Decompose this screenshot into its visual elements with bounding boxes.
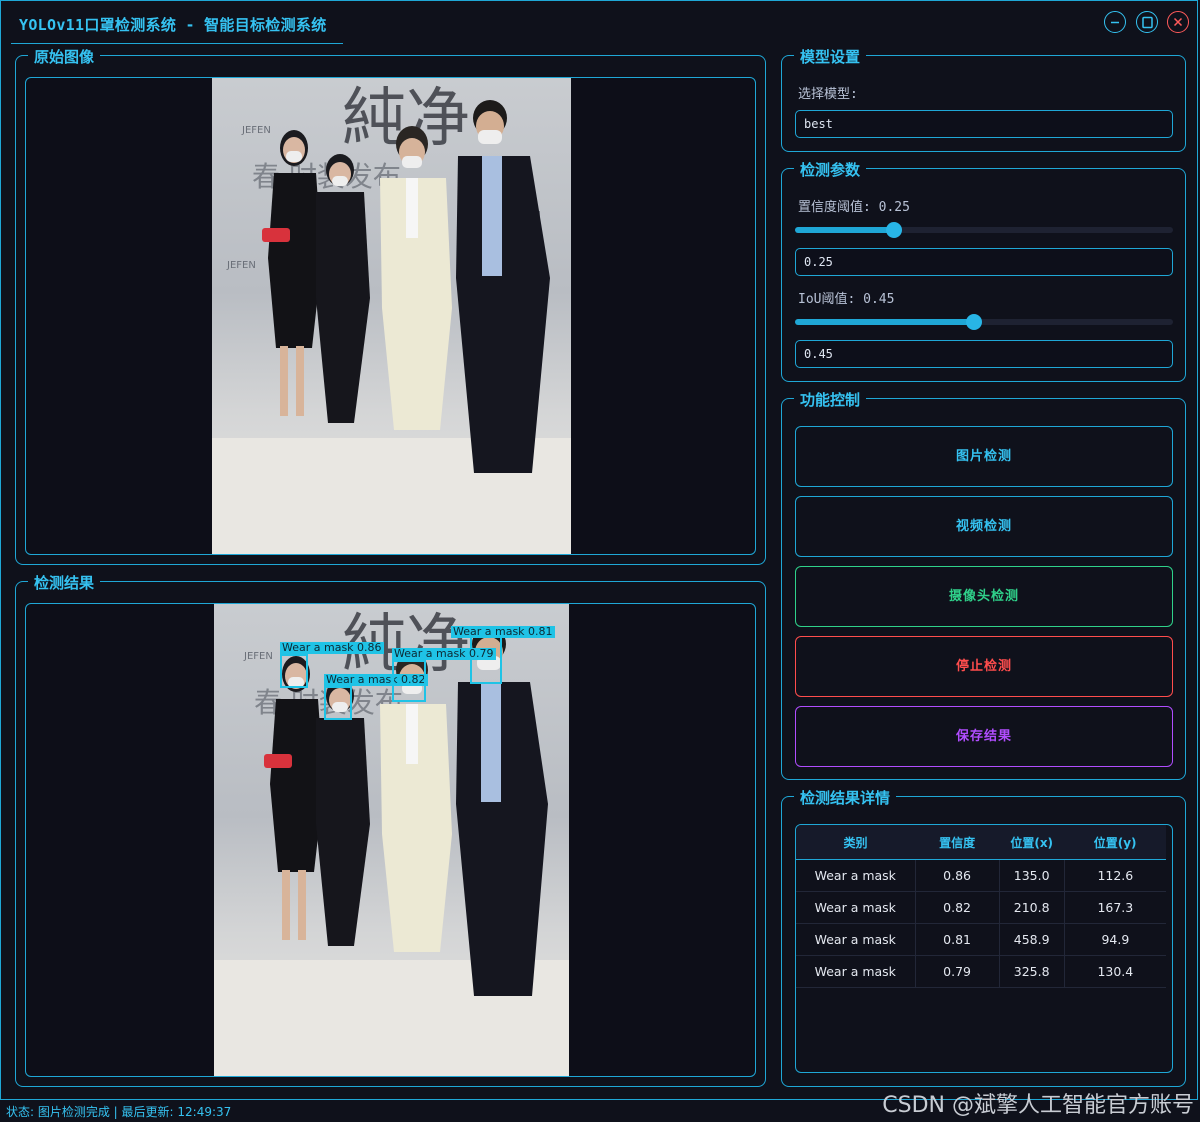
cell-confidence: 0.86	[915, 859, 1000, 892]
table-header-class[interactable]: 类别	[796, 825, 916, 860]
original-photo: 純净 春·时装发布 JEFEN JEFEN JEFEN	[212, 78, 571, 554]
conf-threshold-slider[interactable]	[795, 222, 1173, 238]
results-table[interactable]: 类别 置信度 位置(x) 位置(y) Wear a mask 0.86 135.…	[795, 824, 1173, 1073]
logo-text: JEFEN	[241, 125, 271, 136]
detection-box	[470, 636, 502, 684]
results-table-grid: 类别 置信度 位置(x) 位置(y) Wear a mask 0.86 135.…	[796, 825, 1166, 988]
stop-detect-button[interactable]: 停止检测	[795, 636, 1173, 697]
table-header-row: 类别 置信度 位置(x) 位置(y)	[796, 825, 1166, 860]
detection-box	[392, 660, 426, 702]
cell-x: 135.0	[999, 859, 1065, 892]
cell-confidence: 0.82	[915, 891, 1000, 924]
original-image-title: 原始图像	[28, 46, 101, 67]
maximize-button[interactable]	[1136, 11, 1158, 33]
cell-y: 167.3	[1064, 891, 1166, 924]
function-controls-title: 功能控制	[794, 389, 867, 410]
image-detect-button[interactable]: 图片检测	[795, 426, 1173, 487]
table-header-y[interactable]: 位置(y)	[1064, 825, 1166, 860]
cell-x: 325.8	[999, 955, 1065, 988]
iou-threshold-input[interactable]: 0.45	[795, 340, 1173, 368]
table-row[interactable]: Wear a mask 0.81 458.9 94.9	[796, 923, 1166, 956]
cell-class: Wear a mask	[796, 891, 916, 924]
detection-box	[280, 654, 308, 688]
table-row[interactable]: Wear a mask 0.79 325.8 130.4	[796, 955, 1166, 988]
table-header-confidence[interactable]: 置信度	[915, 825, 1000, 860]
table-row[interactable]: Wear a mask 0.86 135.0 112.6	[796, 859, 1166, 892]
save-results-button[interactable]: 保存结果	[795, 706, 1173, 767]
iou-threshold-slider[interactable]	[795, 314, 1173, 330]
result-image-title: 检测结果	[28, 572, 101, 593]
app-window: YOLOv11口罩检测系统 - 智能目标检测系统 原始图像 純净 春·时装发布 …	[0, 0, 1198, 1100]
status-bar: 状态: 图片检测完成 | 最后更新: 12:49:37	[6, 1105, 232, 1119]
cell-y: 94.9	[1064, 923, 1166, 956]
close-button[interactable]	[1167, 11, 1189, 33]
cell-class: Wear a mask	[796, 955, 916, 988]
cell-y: 130.4	[1064, 955, 1166, 988]
cell-confidence: 0.81	[915, 923, 1000, 956]
detection-label: Wear a mask 0.79	[392, 647, 496, 660]
camera-detect-button[interactable]: 摄像头检测	[795, 566, 1173, 627]
model-select-label: 选择模型:	[798, 87, 858, 102]
iou-slider-handle[interactable]	[966, 314, 983, 330]
watermark: CSDN @斌擎人工智能官方账号	[882, 1093, 1194, 1118]
cell-y: 112.6	[1064, 859, 1166, 892]
conf-threshold-label: 置信度阈值: 0.25	[798, 200, 910, 215]
conf-threshold-input[interactable]: 0.25	[795, 248, 1173, 276]
iou-slider-fill	[795, 319, 975, 325]
minimize-icon	[1111, 21, 1119, 24]
detection-label: Wear a mask 0.81	[451, 625, 555, 638]
detection-details-title: 检测结果详情	[794, 787, 897, 808]
maximize-icon	[1142, 16, 1153, 29]
close-icon	[1173, 17, 1183, 27]
detection-box	[324, 686, 352, 720]
model-settings-title: 模型设置	[794, 46, 867, 67]
table-row[interactable]: Wear a mask 0.82 210.8 167.3	[796, 891, 1166, 924]
iou-threshold-label: IoU阈值: 0.45	[798, 292, 895, 307]
model-select[interactable]: best	[795, 110, 1173, 138]
cell-x: 458.9	[999, 923, 1065, 956]
original-photo-scene: 純净 春·时装发布 JEFEN JEFEN JEFEN	[212, 82, 571, 554]
original-image-frame: 純净 春·时装发布 JEFEN JEFEN JEFEN	[25, 77, 756, 555]
cell-class: Wear a mask	[796, 923, 916, 956]
video-detect-button[interactable]: 视频检测	[795, 496, 1173, 557]
logo-text-2: JEFEN	[226, 260, 256, 271]
result-image-frame: 純净 春·时装发布 JEFEN	[25, 603, 756, 1077]
cell-class: Wear a mask	[796, 859, 916, 892]
logo-text-result: JEFEN	[243, 651, 273, 662]
conf-slider-fill	[795, 227, 895, 233]
window-title: YOLOv11口罩检测系统 - 智能目标检测系统	[19, 16, 327, 34]
cell-x: 210.8	[999, 891, 1065, 924]
minimize-button[interactable]	[1104, 11, 1126, 33]
cell-confidence: 0.79	[915, 955, 1000, 988]
detection-label: Wear a mask 0.86	[280, 641, 384, 654]
result-photo: 純净 春·时装发布 JEFEN	[214, 604, 569, 1076]
detection-params-title: 检测参数	[794, 159, 867, 180]
table-header-x[interactable]: 位置(x)	[999, 825, 1065, 860]
